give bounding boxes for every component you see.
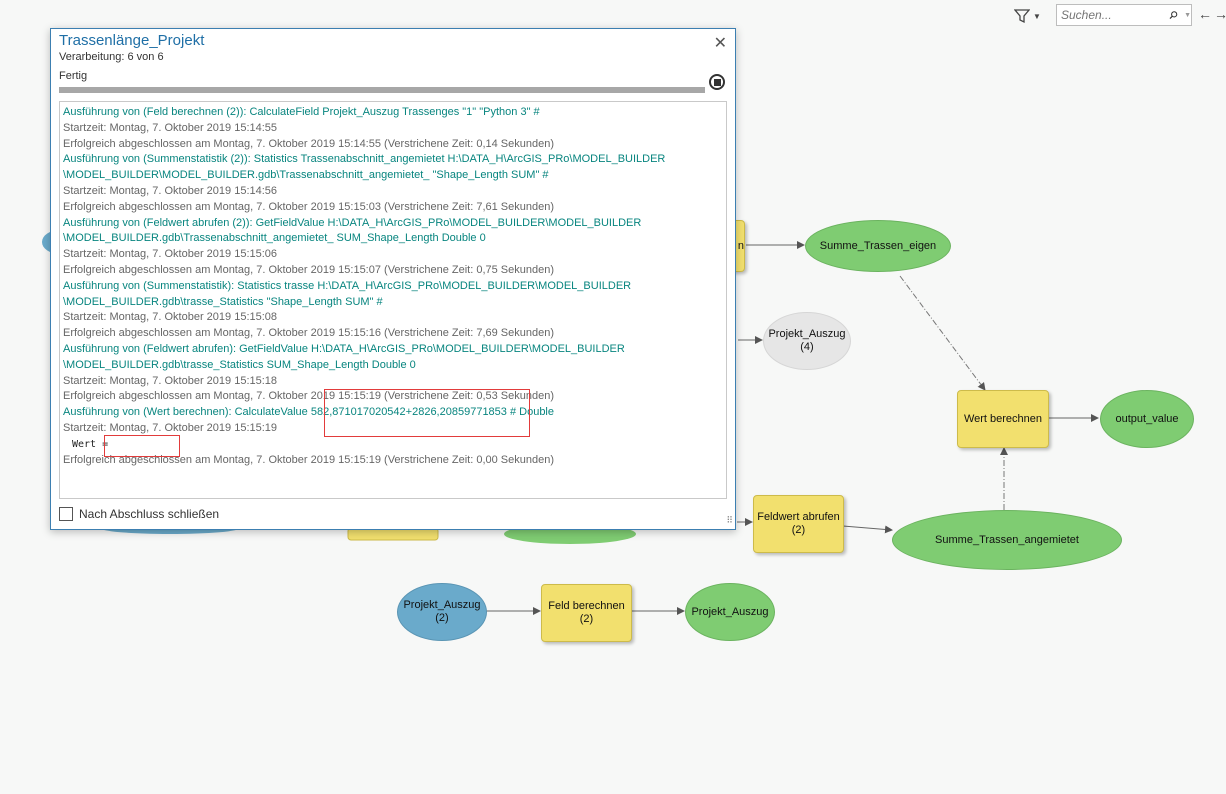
search-icon[interactable] (1169, 8, 1178, 22)
log-line: Startzeit: Montag, 7. Oktober 2019 15:15… (63, 374, 278, 387)
log-line: Startzeit: Montag, 7. Oktober 2019 15:14… (63, 184, 278, 197)
log-line: Erfolgreich abgeschlossen am Montag, 7. … (63, 263, 555, 276)
node-feldwert-abrufen-2[interactable]: Feldwert abrufen (2) (753, 495, 844, 553)
log-line: \MODEL_BUILDER\MODEL_BUILDER.gdb\Trassen… (63, 169, 549, 182)
geoprocessing-dialog: Trassenlänge_Projekt ✕ Verarbeitung: 6 v… (50, 28, 736, 530)
log-line: Startzeit: Montag, 7. Oktober 2019 15:14… (63, 121, 278, 134)
log-line: Ausführung von (Feld berechnen (2)): Cal… (63, 106, 540, 118)
log-line: Ausführung von (Feldwert abrufen (2)): G… (63, 216, 642, 229)
node-summe-trassen-eigen[interactable]: Summe_Trassen_eigen (805, 220, 951, 272)
search-box[interactable]: ▼ (1056, 4, 1192, 26)
log-line: Ausführung von (Summenstatistik): Statis… (63, 279, 632, 292)
node-label: Projekt_Auszug (4) (768, 328, 846, 353)
progress-bar (59, 87, 705, 93)
chevron-down-icon: ▼ (1033, 11, 1041, 21)
log-line: Erfolgreich abgeschlossen am Montag, 7. … (63, 327, 555, 340)
forward-arrow-icon[interactable]: → (1214, 6, 1226, 22)
close-icon[interactable]: ✕ (714, 33, 727, 53)
highlight-box-calculation (324, 389, 530, 437)
progress-text: Verarbeitung: 6 von 6 (59, 51, 164, 63)
stop-icon (713, 78, 721, 86)
node-output-value[interactable]: output_value (1100, 390, 1194, 448)
node-label: output_value (1115, 412, 1179, 425)
node-wert-berechnen[interactable]: Wert berechnen (957, 390, 1049, 448)
node-label: Summe_Trassen_eigen (819, 239, 937, 252)
search-input[interactable] (1057, 6, 1161, 24)
close-on-finish-label: Nach Abschluss schließen (79, 507, 220, 521)
chevron-down-icon[interactable]: ▼ (1184, 12, 1191, 19)
connector (842, 525, 893, 534)
log-line: Erfolgreich abgeschlossen am Montag, 7. … (63, 200, 555, 213)
log-line: Startzeit: Montag, 7. Oktober 2019 15:15… (63, 248, 278, 261)
stop-button[interactable] (709, 74, 725, 90)
close-on-finish-option[interactable]: Nach Abschluss schließen (59, 507, 219, 521)
dialog-title: Trassenlänge_Projekt (59, 32, 205, 49)
node-feld-berechnen-2[interactable]: Feld berechnen (2) (541, 584, 632, 642)
log-line: Startzeit: Montag, 7. Oktober 2019 15:15… (63, 311, 278, 324)
node-projekt-auszug-4[interactable]: Projekt_Auszug (4) (763, 312, 851, 370)
close-on-finish-checkbox[interactable] (59, 507, 73, 521)
node-summe-trassen-angemietet[interactable]: Summe_Trassen_angemietet (892, 510, 1122, 570)
node-label: Feldwert abrufen (2) (757, 511, 840, 536)
progress-bar-fill (59, 87, 705, 93)
node-label: Projekt_Auszug (691, 605, 769, 618)
node-label: Projekt_Auszug (2) (403, 599, 481, 624)
node-label: Feld berechnen (2) (548, 600, 625, 625)
status-text: Fertig (59, 70, 88, 82)
tool-node-partial-label: n (737, 239, 744, 252)
filter-button[interactable]: ▼ (1014, 6, 1050, 26)
highlight-box-result (104, 435, 180, 457)
log-line: \MODEL_BUILDER.gdb\trasse_Statistics SUM… (63, 358, 416, 371)
node-label: Summe_Trassen_angemietet (935, 533, 1079, 546)
log-line: Erfolgreich abgeschlossen am Montag, 7. … (63, 137, 555, 150)
node-projekt-auszug-output[interactable]: Projekt_Auszug (685, 583, 775, 641)
nav-buttons: ← → (1198, 6, 1226, 22)
log-line: Ausführung von (Summenstatistik (2)): St… (63, 153, 666, 166)
resize-grip-icon[interactable]: ⠿ (726, 515, 733, 526)
filter-icon (1014, 9, 1030, 24)
node-projekt-auszug-2-input[interactable]: Projekt_Auszug (2) (397, 583, 487, 641)
node-label: Wert berechnen (963, 412, 1043, 425)
log-line: \MODEL_BUILDER.gdb\Trassenabschnitt_ange… (63, 232, 486, 245)
log-line: Ausführung von (Feldwert abrufen): GetFi… (63, 342, 625, 355)
back-arrow-icon[interactable]: ← (1198, 6, 1212, 22)
log-line: \MODEL_BUILDER.gdb\trasse_Statistics "Sh… (63, 295, 383, 308)
connector (899, 275, 986, 391)
